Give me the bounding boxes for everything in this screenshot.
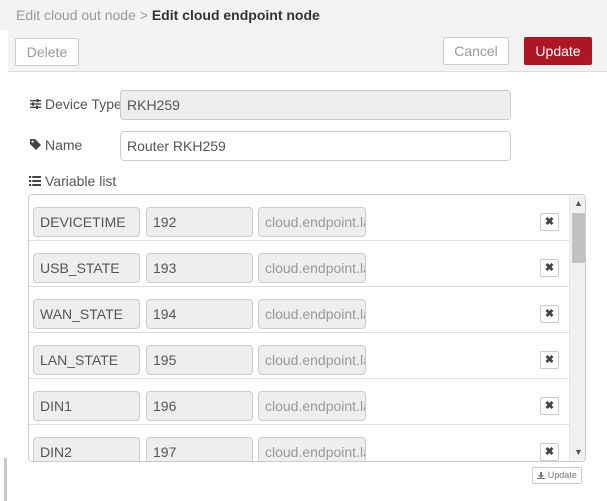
list-scrollbar[interactable]: ▲ ▼ [569,195,585,461]
variable-list-text: Variable list [45,173,117,189]
variable-list-viewport: DEVICETIME 192 cloud.endpoint.la ✖ USB_S… [29,195,569,461]
close-icon: ✖ [544,446,555,458]
download-icon [537,470,548,480]
list-item: LAN_STATE 195 cloud.endpoint.la ✖ [29,333,569,379]
name-field[interactable] [120,131,511,161]
sliders-icon [28,98,42,112]
breadcrumb-previous[interactable]: Edit cloud out node [16,7,136,23]
close-icon: ✖ [544,400,555,412]
variable-name-field: DIN1 [33,391,140,421]
update-button[interactable]: Update [524,37,592,65]
list-item: DEVICETIME 192 cloud.endpoint.la ✖ [29,195,569,241]
close-icon: ✖ [544,262,555,274]
variable-index-field: 195 [146,345,253,375]
side-strip [0,30,8,501]
list-update-label: Update [547,470,577,480]
variable-path-field: cloud.endpoint.la [258,345,366,375]
list-item: DIN1 196 cloud.endpoint.la ✖ [29,379,569,425]
list-item: DIN2 197 cloud.endpoint.la ✖ [29,425,569,461]
breadcrumb-current: Edit cloud endpoint node [151,7,320,23]
variable-name-field: USB_STATE [33,253,140,283]
variable-path-field: cloud.endpoint.la [258,391,366,421]
close-icon: ✖ [544,308,555,320]
scroll-thumb[interactable] [572,213,585,263]
variable-name-field: WAN_STATE [33,299,140,329]
name-label: Name [28,137,82,153]
list-item: USB_STATE 193 cloud.endpoint.la ✖ [29,241,569,287]
remove-item-button[interactable]: ✖ [540,397,559,415]
breadcrumb: Edit cloud out node > Edit cloud endpoin… [0,0,607,30]
list-item: WAN_STATE 194 cloud.endpoint.la ✖ [29,287,569,333]
cancel-button[interactable]: Cancel [443,37,509,65]
variable-path-field: cloud.endpoint.la [258,299,366,329]
variable-name-field: LAN_STATE [33,345,140,375]
variable-path-field: cloud.endpoint.la [258,253,366,283]
variable-index-field: 196 [146,391,253,421]
list-update-button[interactable]: Update [532,467,582,484]
resize-handle[interactable] [4,458,7,501]
name-text: Name [45,137,83,153]
device-type-label: Device Type [28,96,122,112]
variable-name-field: DIN2 [33,437,140,461]
scroll-up-arrow-icon[interactable]: ▲ [570,195,585,212]
device-type-field [120,90,511,120]
list-icon [28,175,42,189]
remove-item-button[interactable]: ✖ [540,443,559,461]
close-icon: ✖ [544,354,555,366]
close-icon: ✖ [544,216,555,228]
delete-button[interactable]: Delete [15,38,79,66]
variable-list-label: Variable list [28,173,116,189]
device-type-text: Device Type [45,96,122,112]
scroll-down-arrow-icon[interactable]: ▼ [570,444,585,461]
variable-path-field: cloud.endpoint.la [258,437,366,461]
variable-index-field: 192 [146,207,253,237]
remove-item-button[interactable]: ✖ [540,213,559,231]
variable-path-field: cloud.endpoint.la [258,207,366,237]
breadcrumb-separator: > [139,7,148,23]
remove-item-button[interactable]: ✖ [540,305,559,323]
remove-item-button[interactable]: ✖ [540,351,559,369]
variable-index-field: 197 [146,437,253,461]
remove-item-button[interactable]: ✖ [540,259,559,277]
tag-icon [28,139,42,153]
editor-toolbar: Delete Cancel Update [8,30,607,72]
variable-name-field: DEVICETIME [33,207,140,237]
variable-index-field: 194 [146,299,253,329]
variable-index-field: 193 [146,253,253,283]
variable-list: DEVICETIME 192 cloud.endpoint.la ✖ USB_S… [28,194,586,462]
